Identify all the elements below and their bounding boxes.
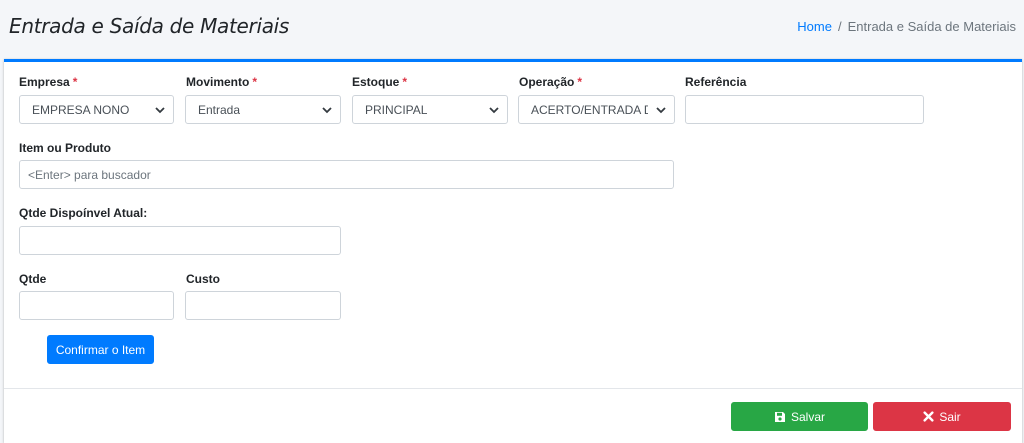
exit-button[interactable]: Sair	[873, 402, 1011, 431]
item-search-input[interactable]: <Enter> para buscador	[19, 160, 674, 189]
referencia-input[interactable]	[685, 95, 924, 124]
chevron-down-icon	[656, 107, 666, 114]
qtde-label: Qtde	[19, 272, 47, 286]
empresa-select-value: EMPRESA NONO	[32, 102, 130, 117]
form-card: Empresa * Movimento * Estoque * Operação * R…	[4, 59, 1022, 443]
operacao-label: Operação *	[519, 75, 582, 89]
operacao-select-value: ACERTO/ENTRADA DO E	[531, 102, 648, 117]
exit-button-label: Sair	[939, 409, 961, 424]
breadcrumb-current: Entrada e Saída de Materiais	[847, 19, 1016, 34]
operacao-label-text: Operação	[519, 75, 575, 89]
referencia-label: Referência	[685, 75, 747, 89]
chevron-down-icon	[322, 107, 332, 114]
empresa-label-text: Empresa	[19, 75, 70, 89]
movimento-select[interactable]: Entrada	[185, 95, 341, 124]
breadcrumb: Home / Entrada e Saída de Materiais	[797, 19, 1016, 34]
empresa-select[interactable]: EMPRESA NONO	[19, 95, 174, 124]
card-footer-divider	[4, 388, 1022, 389]
movimento-label: Movimento *	[186, 75, 257, 89]
custo-input[interactable]	[185, 291, 341, 320]
confirm-item-button[interactable]: Confirmar o Item	[47, 335, 154, 364]
content-header: Entrada e Saída de Materiais Home / Entr…	[0, 0, 1024, 60]
breadcrumb-separator: /	[837, 19, 842, 34]
item-search-placeholder: <Enter> para buscador	[28, 167, 151, 182]
estoque-select-value: PRINCIPAL	[365, 102, 428, 117]
required-marker: *	[402, 75, 408, 89]
item-label: Item ou Produto	[19, 141, 111, 155]
required-marker: *	[252, 75, 258, 89]
movimento-select-value: Entrada	[198, 102, 241, 117]
save-button-label: Salvar	[790, 409, 825, 424]
save-icon	[774, 411, 785, 422]
qtde-disponivel-label: Qtde Dispoínvel Atual:	[19, 206, 148, 220]
movimento-label-text: Movimento	[186, 75, 250, 89]
qtde-disponivel-input[interactable]	[19, 226, 341, 255]
custo-label: Custo	[186, 272, 220, 286]
close-icon	[923, 411, 934, 422]
estoque-label-text: Estoque	[352, 75, 400, 89]
required-marker: *	[72, 75, 78, 89]
empresa-label: Empresa *	[19, 75, 77, 89]
required-marker: *	[577, 75, 583, 89]
estoque-select[interactable]: PRINCIPAL	[352, 95, 508, 124]
estoque-label: Estoque *	[352, 75, 407, 89]
chevron-down-icon	[489, 107, 499, 114]
save-button[interactable]: Salvar	[731, 402, 868, 431]
breadcrumb-home-link[interactable]: Home	[797, 19, 832, 34]
chevron-down-icon	[155, 107, 165, 114]
page-title: Entrada e Saída de Materiais	[9, 14, 290, 38]
operacao-select[interactable]: ACERTO/ENTRADA DO E	[518, 95, 675, 124]
qtde-input[interactable]	[19, 291, 174, 320]
